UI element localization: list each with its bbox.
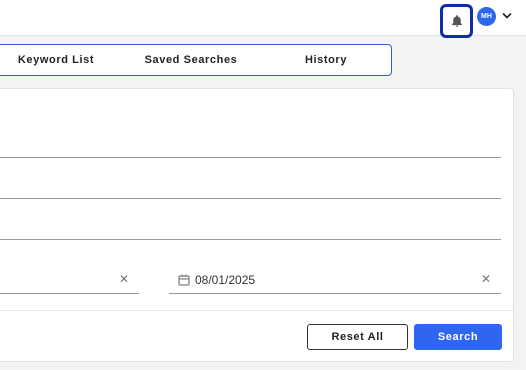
text-field-1-underline[interactable] xyxy=(0,157,501,158)
date-to-value[interactable]: 08/01/2025 xyxy=(195,273,255,287)
search-form-card xyxy=(0,88,514,362)
tab-saved-searches[interactable]: Saved Searches xyxy=(131,45,251,75)
date-from-underline xyxy=(0,293,139,294)
tab-history[interactable]: History xyxy=(281,45,371,75)
close-icon[interactable]: ✕ xyxy=(481,272,491,286)
reset-all-button[interactable]: Reset All xyxy=(307,324,408,350)
calendar-icon xyxy=(178,274,190,286)
close-icon[interactable]: ✕ xyxy=(119,272,129,286)
form-divider xyxy=(0,310,514,311)
tab-keyword-list[interactable]: Keyword List xyxy=(1,45,111,75)
chevron-down-icon xyxy=(502,13,512,19)
search-button[interactable]: Search xyxy=(414,324,502,350)
text-field-2-underline[interactable] xyxy=(0,198,501,199)
bell-icon xyxy=(451,15,462,27)
notifications-button[interactable] xyxy=(440,4,473,38)
avatar-menu-toggle[interactable] xyxy=(500,9,514,23)
text-field-3-underline[interactable] xyxy=(0,239,501,240)
date-to-underline xyxy=(169,293,501,294)
user-avatar[interactable]: MH xyxy=(477,7,496,26)
top-bar: MH xyxy=(0,0,526,38)
search-tabs: Keyword List Saved Searches History xyxy=(0,44,392,76)
